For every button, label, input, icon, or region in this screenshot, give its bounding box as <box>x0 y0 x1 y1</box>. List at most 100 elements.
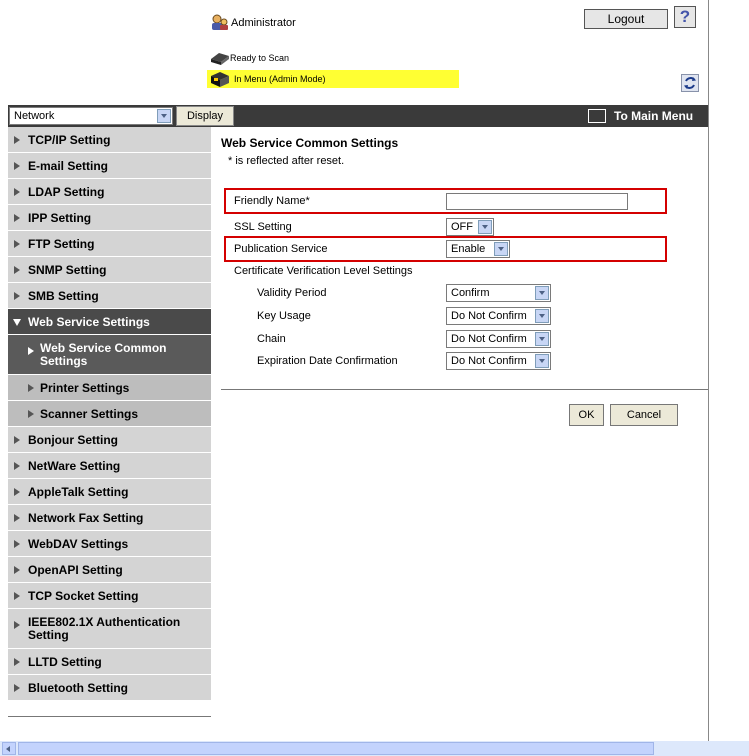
cancel-button[interactable]: Cancel <box>610 404 678 426</box>
sidebar-item-email[interactable]: E-mail Setting <box>8 153 211 179</box>
printer-status-icon <box>211 72 229 87</box>
sidebar-item-netware[interactable]: NetWare Setting <box>8 453 211 479</box>
arrow-down-icon <box>13 318 21 326</box>
arrow-right-icon <box>14 683 20 692</box>
sidebar-item-snmp[interactable]: SNMP Setting <box>8 257 211 283</box>
sidebar-item-label: Bluetooth Setting <box>28 680 128 695</box>
chain-select[interactable]: Do Not Confirm <box>446 330 551 348</box>
chevron-down-icon <box>478 220 492 234</box>
help-button[interactable]: ? <box>674 6 696 28</box>
friendly-name-label: Friendly Name* <box>234 195 310 207</box>
sidebar-item-ipp[interactable]: IPP Setting <box>8 205 211 231</box>
sidebar-item-appletalk[interactable]: AppleTalk Setting <box>8 479 211 505</box>
sidebar-item-web-service[interactable]: Web Service Settings <box>8 309 211 335</box>
key-usage-value: Do Not Confirm <box>451 310 527 322</box>
status-menu: In Menu (Admin Mode) <box>234 74 326 84</box>
display-button[interactable]: Display <box>176 106 234 126</box>
expiration-date-select[interactable]: Do Not Confirm <box>446 352 551 370</box>
sidebar-item-webdav[interactable]: WebDAV Settings <box>8 531 211 557</box>
sidebar-item-label: TCP Socket Setting <box>28 588 139 603</box>
sidebar-item-network-fax[interactable]: Network Fax Setting <box>8 505 211 531</box>
ok-button[interactable]: OK <box>569 404 604 426</box>
sidebar-item-bluetooth[interactable]: Bluetooth Setting <box>8 675 211 701</box>
logout-button[interactable]: Logout <box>584 9 668 29</box>
sidebar-item-label: NetWare Setting <box>28 458 121 473</box>
sidebar-item-printer-settings[interactable]: Printer Settings <box>8 375 211 401</box>
sidebar-item-tcpip[interactable]: TCP/IP Setting <box>8 127 211 153</box>
validity-period-select[interactable]: Confirm <box>446 284 551 302</box>
category-select[interactable]: Network <box>9 107 173 125</box>
sidebar-item-label: TCP/IP Setting <box>28 132 111 147</box>
chevron-down-icon <box>535 309 549 323</box>
chain-value: Do Not Confirm <box>451 333 527 345</box>
administrator-icon <box>212 14 228 30</box>
horizontal-scrollbar[interactable] <box>0 741 749 756</box>
scroll-left-icon[interactable] <box>2 742 16 755</box>
sidebar-item-label: FTP Setting <box>28 236 95 251</box>
sidebar-item-label: Scanner Settings <box>40 406 139 421</box>
sidebar-item-openapi[interactable]: OpenAPI Setting <box>8 557 211 583</box>
sidebar-item-label: IPP Setting <box>28 210 92 225</box>
chevron-down-icon <box>494 242 508 256</box>
publication-service-select[interactable]: Enable <box>446 240 510 258</box>
sidebar-item-scanner-settings[interactable]: Scanner Settings <box>8 401 211 427</box>
refresh-icon[interactable] <box>681 74 699 92</box>
arrow-right-icon <box>14 161 20 170</box>
sidebar-item-label: Web Service Settings <box>28 314 150 329</box>
reset-note: * is reflected after reset. <box>228 155 345 167</box>
expiration-date-value: Do Not Confirm <box>451 355 527 367</box>
arrow-right-icon <box>14 213 20 222</box>
status-ready: Ready to Scan <box>230 53 290 63</box>
friendly-name-input[interactable] <box>446 193 628 210</box>
arrow-right-icon <box>14 487 20 496</box>
sidebar-divider <box>8 716 211 717</box>
arrow-right-icon <box>14 621 20 629</box>
publication-service-label: Publication Service <box>234 243 328 255</box>
to-main-menu-link[interactable]: To Main Menu <box>614 107 693 125</box>
chevron-down-icon <box>535 332 549 346</box>
sidebar-item-label: Printer Settings <box>40 380 130 395</box>
sidebar-item-label: SNMP Setting <box>28 262 107 277</box>
sidebar-item-label: WebDAV Settings <box>28 536 129 551</box>
chain-label: Chain <box>257 333 286 345</box>
sidebar-item-bonjour[interactable]: Bonjour Setting <box>8 427 211 453</box>
cert-verification-label: Certificate Verification Level Settings <box>234 265 413 277</box>
ssl-setting-label: SSL Setting <box>234 221 292 233</box>
expiration-date-label: Expiration Date Confirmation <box>257 355 398 367</box>
sidebar: TCP/IP Setting E-mail Setting LDAP Setti… <box>8 127 211 701</box>
sidebar-item-label: E-mail Setting <box>28 158 109 173</box>
sidebar-item-smb[interactable]: SMB Setting <box>8 283 211 309</box>
sidebar-item-web-service-common[interactable]: Web Service Common Settings <box>8 335 211 375</box>
sidebar-item-label: AppleTalk Setting <box>28 484 129 499</box>
sidebar-item-ieee8021x[interactable]: IEEE802.1X Authentication Setting <box>8 609 211 649</box>
ssl-setting-value: OFF <box>451 221 473 233</box>
publication-service-value: Enable <box>451 243 486 255</box>
sidebar-item-label: Bonjour Setting <box>28 432 118 447</box>
sidebar-item-ldap[interactable]: LDAP Setting <box>8 179 211 205</box>
content-divider <box>221 389 708 390</box>
ssl-setting-select[interactable]: OFF <box>446 218 494 236</box>
main-menu-icon <box>588 109 606 123</box>
scrollbar-thumb[interactable] <box>18 742 654 755</box>
sidebar-item-label: Network Fax Setting <box>28 510 144 525</box>
arrow-right-icon <box>14 239 20 248</box>
sidebar-item-tcp-socket[interactable]: TCP Socket Setting <box>8 583 211 609</box>
arrow-right-icon <box>28 383 34 392</box>
page-title: Web Service Common Settings <box>221 136 399 150</box>
validity-period-label: Validity Period <box>257 287 327 299</box>
sidebar-item-label: LDAP Setting <box>28 184 105 199</box>
arrow-right-icon <box>28 409 34 418</box>
arrow-right-icon <box>28 347 34 355</box>
arrow-right-icon <box>14 135 20 144</box>
sidebar-item-lltd[interactable]: LLTD Setting <box>8 649 211 675</box>
arrow-right-icon <box>14 187 20 196</box>
sidebar-item-label: SMB Setting <box>28 288 99 303</box>
arrow-right-icon <box>14 291 20 300</box>
sidebar-item-label: Web Service Common Settings <box>40 340 167 368</box>
chevron-down-icon <box>535 354 549 368</box>
sidebar-item-label: OpenAPI Setting <box>28 562 123 577</box>
sidebar-item-ftp[interactable]: FTP Setting <box>8 231 211 257</box>
key-usage-select[interactable]: Do Not Confirm <box>446 307 551 325</box>
sidebar-item-label: LLTD Setting <box>28 654 102 669</box>
chevron-down-icon <box>535 286 549 300</box>
